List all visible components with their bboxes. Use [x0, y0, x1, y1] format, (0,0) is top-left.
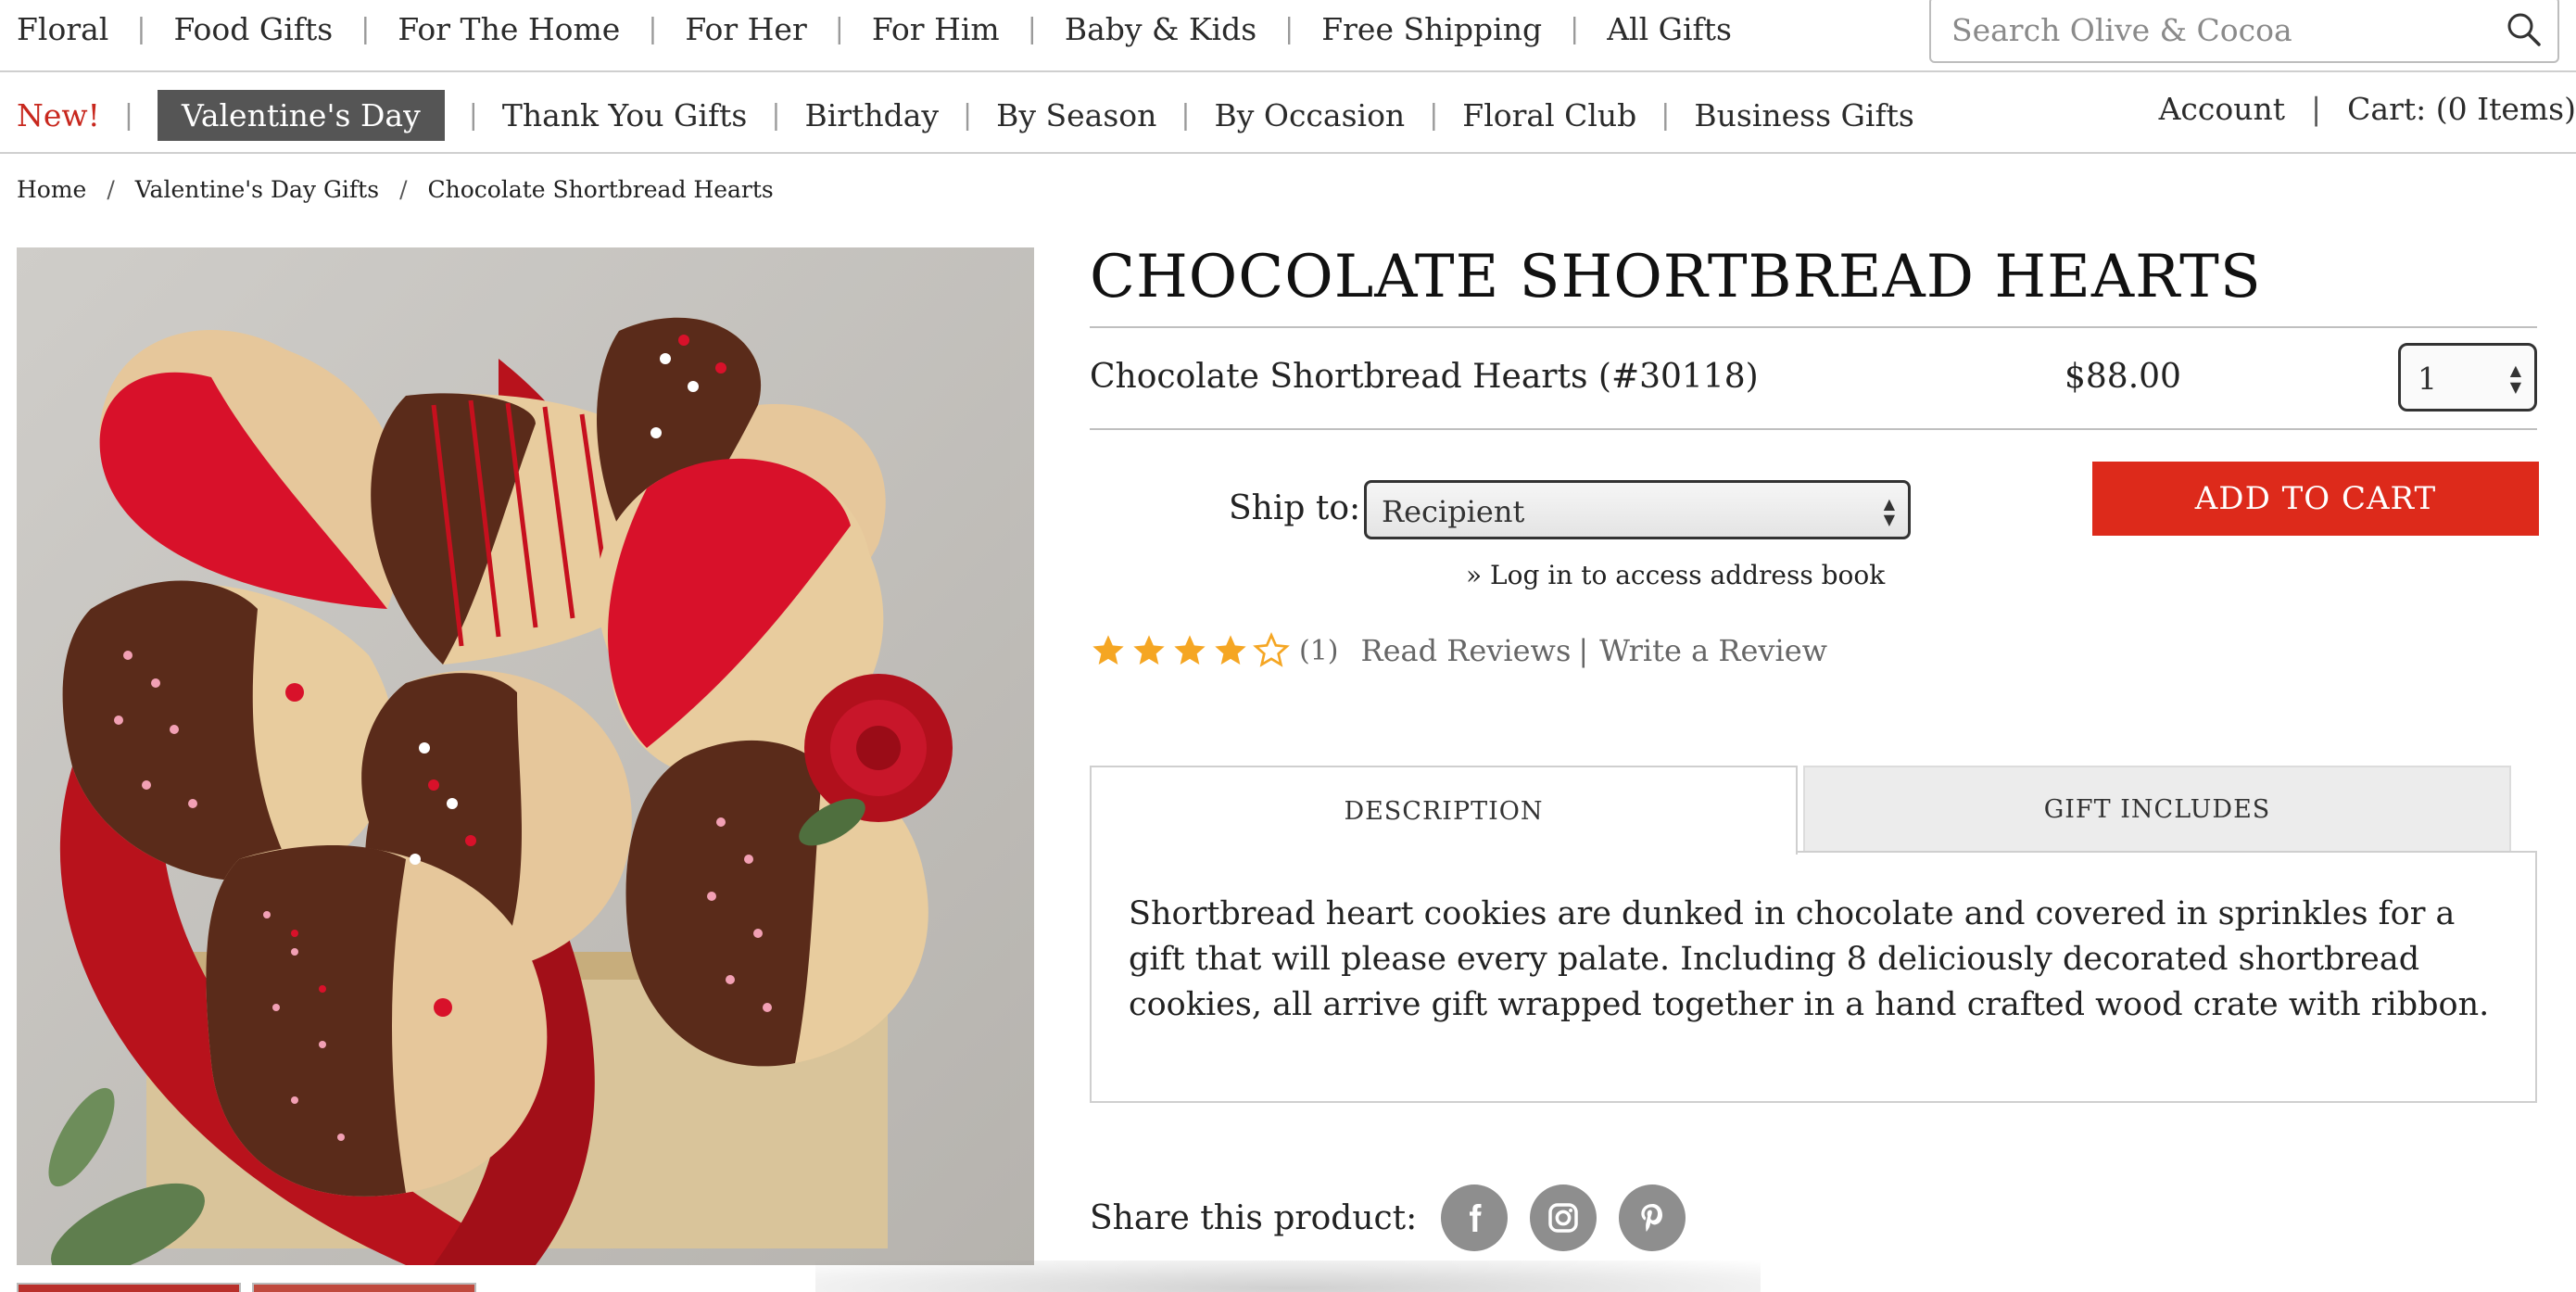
top-nav-item-floral[interactable]: Floral | [17, 11, 173, 47]
sub-nav-list: New! | Valentine's Day | Thank You Gifts | … [17, 87, 1914, 143]
divider [1090, 428, 2537, 430]
product-image[interactable] [17, 247, 1034, 1265]
account-link[interactable]: Account [2159, 91, 2285, 127]
star-filled-icon [1092, 635, 1124, 665]
add-to-cart-button[interactable]: ADD TO CART [2092, 462, 2539, 536]
sub-nav-item-new[interactable]: New! | [17, 97, 158, 133]
quantity-value: 1 [2418, 361, 2437, 397]
account-cart-area: Account | Cart: (0 Items) [2159, 91, 2576, 127]
top-nav-item-for-her[interactable]: For Her | [685, 11, 871, 47]
review-count: (1) [1299, 634, 1339, 667]
top-nav-item-for-him[interactable]: For Him | [872, 11, 1065, 47]
read-reviews-link[interactable]: Read Reviews [1361, 633, 1572, 668]
nav-separator: | [468, 98, 478, 132]
top-nav-item-all-gifts[interactable]: All Gifts [1607, 11, 1732, 47]
breadcrumb-valentines-day-gifts[interactable]: Valentine's Day Gifts [135, 176, 379, 203]
description-text: Shortbread heart cookies are dunked in c… [1129, 895, 2490, 1023]
nav-separator: | [834, 12, 844, 45]
instagram-icon[interactable] [1530, 1184, 1597, 1251]
address-book-label[interactable]: Log in to access address book [1490, 560, 1885, 590]
breadcrumb-separator: / [107, 176, 115, 203]
sub-nav-item-floral-club[interactable]: Floral Club | [1462, 97, 1694, 133]
nav-separator: | [1429, 98, 1439, 132]
select-arrows-icon: ▲ ▼ [1883, 495, 1895, 528]
double-chevron-icon: » [1466, 560, 1483, 590]
share-row: Share this product: [1090, 1184, 1708, 1251]
breadcrumb-separator: / [399, 176, 408, 203]
star-filled-icon [1215, 635, 1246, 665]
review-separator: | [1578, 633, 1589, 668]
star-filled-icon [1133, 635, 1165, 665]
share-label: Share this product: [1090, 1198, 1418, 1237]
sub-nav-item-valentines-day[interactable]: Valentine's Day | [158, 89, 502, 141]
nav-separator: | [963, 98, 973, 132]
pinterest-icon[interactable] [1619, 1184, 1686, 1251]
ship-to-label: Ship to: [1229, 489, 1361, 527]
divider [1090, 326, 2537, 328]
sub-nav-item-thank-you-gifts[interactable]: Thank You Gifts | [502, 97, 805, 133]
nav-separator: | [771, 98, 781, 132]
write-review-link[interactable]: Write a Review [1599, 633, 1827, 668]
quantity-select[interactable]: 1 ▲ ▼ [2398, 343, 2537, 412]
breadcrumb-current: Chocolate Shortbread Hearts [427, 176, 774, 203]
product-price: $88.00 [2065, 358, 2181, 396]
description-panel: Shortbread heart cookies are dunked in c… [1090, 851, 2537, 1103]
top-navigation: Floral | Food Gifts | For The Home | For He… [0, 0, 2576, 72]
product-thumbnail-2[interactable] [252, 1283, 476, 1292]
sub-navigation: New! | Valentine's Day | Thank You Gifts | … [0, 74, 2576, 154]
product-title: CHOCOLATE SHORTBREAD HEARTS [1090, 243, 2262, 311]
account-separator: | [2311, 91, 2322, 127]
ship-to-value: Recipient [1382, 494, 1525, 529]
ship-to-select[interactable]: Recipient ▲ ▼ [1364, 480, 1911, 539]
tab-gift-includes[interactable]: GIFT INCLUDES [1803, 766, 2511, 853]
search-input[interactable] [1951, 9, 2470, 50]
product-item-name: Chocolate Shortbread Hearts (#30118) [1090, 358, 1759, 396]
nav-separator: | [1181, 98, 1191, 132]
nav-separator: | [1570, 12, 1580, 45]
star-filled-icon [1174, 635, 1206, 665]
sub-nav-item-by-season[interactable]: By Season | [996, 97, 1214, 133]
nav-separator: | [648, 12, 658, 45]
facebook-icon[interactable] [1441, 1184, 1509, 1251]
product-tabs: DESCRIPTION GIFT INCLUDES [1090, 766, 2537, 855]
sub-nav-item-business-gifts[interactable]: Business Gifts [1694, 97, 1913, 133]
star-empty-icon [1253, 632, 1290, 667]
breadcrumb-home[interactable]: Home [17, 176, 86, 203]
rating-row: (1) Read Reviews | Write a Review [1090, 632, 1827, 669]
search-icon[interactable] [2504, 9, 2543, 48]
nav-separator: | [136, 12, 146, 45]
top-nav-list: Floral | Food Gifts | For The Home | For He… [17, 6, 1732, 52]
bottom-shadow [815, 1260, 1761, 1292]
nav-separator: | [123, 98, 134, 132]
product-thumbnail-1[interactable] [17, 1283, 241, 1292]
sub-nav-item-by-occasion[interactable]: By Occasion | [1215, 97, 1463, 133]
cart-link[interactable]: Cart: (0 Items) [2347, 91, 2576, 127]
top-nav-item-baby-kids[interactable]: Baby & Kids | [1065, 11, 1321, 47]
breadcrumb: Home / Valentine's Day Gifts / Chocolate… [17, 176, 774, 203]
sub-nav-item-birthday[interactable]: Birthday | [804, 97, 996, 133]
nav-separator: | [1284, 12, 1294, 45]
nav-separator: | [1661, 98, 1671, 132]
top-nav-item-food-gifts[interactable]: Food Gifts | [173, 11, 398, 47]
address-book-link[interactable]: » Log in to access address book [1466, 560, 1885, 590]
select-arrows-icon: ▲ ▼ [2509, 361, 2521, 396]
nav-separator: | [360, 12, 371, 45]
tab-description[interactable]: DESCRIPTION [1090, 766, 1798, 855]
top-nav-item-for-the-home[interactable]: For The Home | [398, 11, 685, 47]
nav-separator: | [1027, 12, 1037, 45]
product-photo-illustration [17, 247, 1034, 1265]
search-box [1929, 0, 2559, 63]
top-nav-item-free-shipping[interactable]: Free Shipping | [1321, 11, 1607, 47]
